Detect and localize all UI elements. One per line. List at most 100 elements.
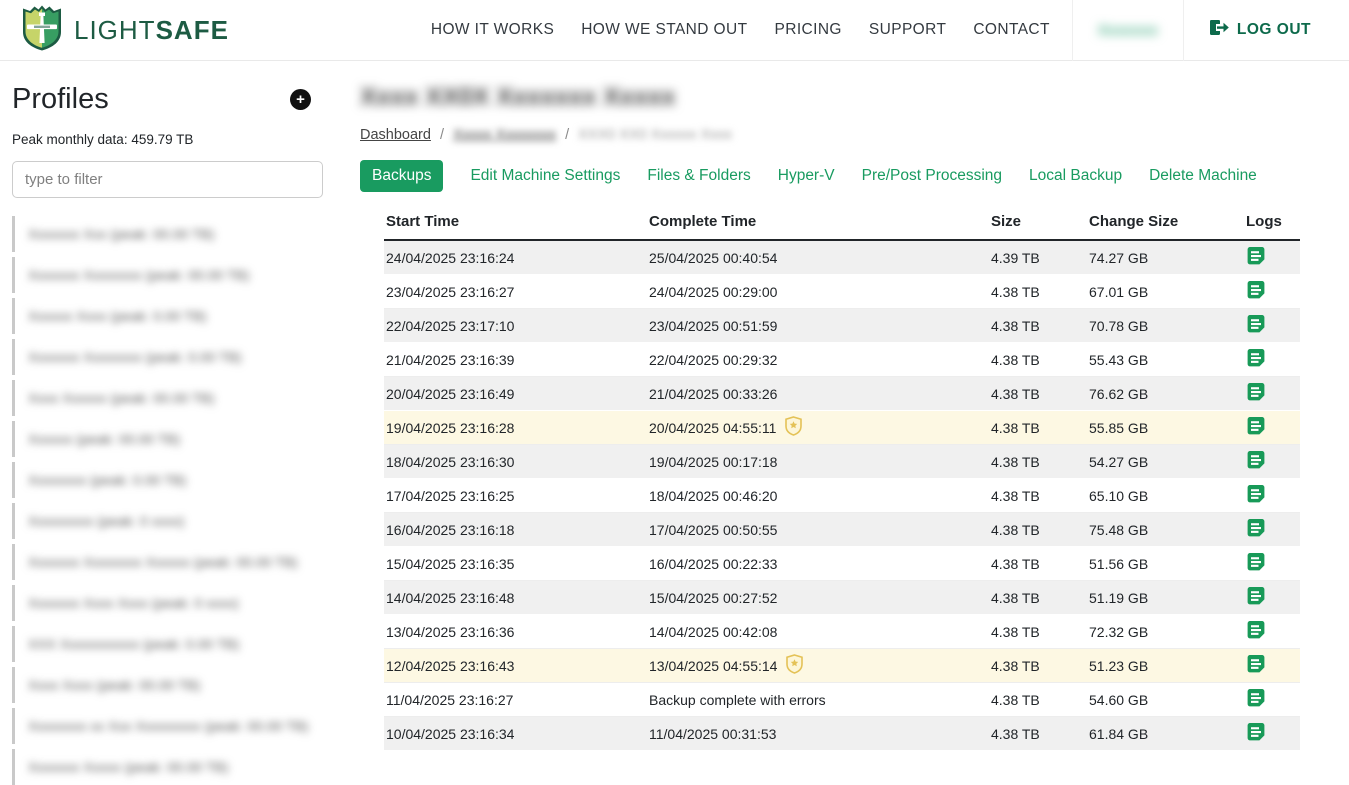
backup-row: 23/04/2025 23:16:27 24/04/2025 00:29:00 … [384, 275, 1300, 309]
size-cell: 4.38 TB [989, 479, 1087, 513]
nav-link-how-we-stand-out[interactable]: HOW WE STAND OUT [581, 21, 747, 39]
profile-label-redacted: Xxxxxxxxx (peak: 0 xxxx) [28, 513, 184, 529]
logs-icon[interactable] [1246, 518, 1292, 541]
nav-link-contact[interactable]: CONTACT [973, 21, 1050, 39]
column-header-size: Size [989, 207, 1087, 240]
size-cell: 4.38 TB [989, 343, 1087, 377]
size-cell: 4.38 TB [989, 445, 1087, 479]
logs-icon[interactable] [1246, 246, 1292, 269]
logs-icon[interactable] [1246, 586, 1292, 609]
profile-item[interactable]: Xxxxxxxx xx Xxx Xxxxxxxxx (peak: 00.00 T… [12, 708, 323, 744]
logs-icon[interactable] [1246, 314, 1292, 337]
breadcrumb-dashboard-link[interactable]: Dashboard [360, 127, 431, 143]
profile-label-redacted: Xxxx Xxxxxx (peak: 00.00 TB) [28, 390, 214, 406]
profile-item[interactable]: Xxxxxxx Xxxxx (peak: 00.00 TB) [12, 749, 323, 785]
nav-link-support[interactable]: SUPPORT [869, 21, 946, 39]
change-size-cell: 55.43 GB [1087, 343, 1244, 377]
backup-row: 14/04/2025 23:16:48 15/04/2025 00:27:52 … [384, 581, 1300, 615]
account-button[interactable]: Xxxxxxx [1072, 0, 1184, 61]
size-cell: 4.38 TB [989, 717, 1087, 751]
warning-shield-badge-icon [786, 654, 803, 677]
column-header-start-time: Start Time [384, 207, 647, 240]
profile-item[interactable]: Xxxxxxx Xxx (peak: 00.00 TB) [12, 216, 323, 252]
profile-list: Xxxxxxx Xxx (peak: 00.00 TB) Xxxxxxx Xxx… [12, 216, 323, 785]
logout-button[interactable]: LOG OUT [1210, 19, 1311, 41]
profile-item[interactable]: Xxxxxxx Xxxxxxxx Xxxxxx (peak: 00.00 TB) [12, 544, 323, 580]
profile-item[interactable]: Xxxxxxx Xxxxxxxx (peak: 0.00 TB) [12, 339, 323, 375]
logs-icon[interactable] [1246, 722, 1292, 745]
logs-icon[interactable] [1246, 280, 1292, 303]
breadcrumb-profile-link-redacted[interactable]: Xxxxx Xxxxxxxx [453, 127, 556, 143]
logs-icon[interactable] [1246, 620, 1292, 643]
logs-icon[interactable] [1246, 382, 1292, 405]
lighthouse-shield-icon [22, 5, 62, 56]
backup-row: 17/04/2025 23:16:25 18/04/2025 00:46:20 … [384, 479, 1300, 513]
size-cell: 4.38 TB [989, 275, 1087, 309]
change-size-cell: 51.56 GB [1087, 547, 1244, 581]
logs-icon[interactable] [1246, 348, 1292, 371]
logs-cell [1244, 615, 1300, 649]
logout-label: LOG OUT [1237, 21, 1311, 39]
complete-time-cell: 20/04/2025 04:55:11 [647, 411, 989, 445]
column-header-change-size: Change Size [1087, 207, 1244, 240]
logs-cell [1244, 717, 1300, 751]
complete-time-cell: 17/04/2025 00:50:55 [647, 513, 989, 547]
profile-item[interactable]: Xxxxxxx Xxxx Xxxx (peak: 0 xxxx) [12, 585, 323, 621]
size-cell: 4.38 TB [989, 309, 1087, 343]
nav-link-how-it-works[interactable]: HOW IT WORKS [431, 21, 554, 39]
tab-delete-machine[interactable]: Delete Machine [1149, 160, 1257, 192]
nav-link-pricing[interactable]: PRICING [774, 21, 841, 39]
tab-backups[interactable]: Backups [360, 160, 443, 192]
profile-item[interactable]: Xxxxxxxx (peak: 0.00 TB) [12, 462, 323, 498]
logs-icon[interactable] [1246, 450, 1292, 473]
backup-row: 20/04/2025 23:16:49 21/04/2025 00:33:26 … [384, 377, 1300, 411]
logs-cell [1244, 411, 1300, 445]
logs-icon[interactable] [1246, 416, 1292, 439]
account-name-redacted: Xxxxxxx [1098, 22, 1158, 39]
size-cell: 4.38 TB [989, 683, 1087, 717]
logs-cell [1244, 240, 1300, 275]
profile-label-redacted: Xxxxxxxx (peak: 0.00 TB) [28, 472, 186, 488]
table-header-row: Start Time Complete Time Size Change Siz… [384, 207, 1300, 240]
complete-time-cell: 24/04/2025 00:29:00 [647, 275, 989, 309]
tab-local-backup[interactable]: Local Backup [1029, 160, 1122, 192]
tab-files-folders[interactable]: Files & Folders [647, 160, 750, 192]
profile-item[interactable]: Xxxxxxx Xxxxxxxx (peak: 00.00 TB) [12, 257, 323, 293]
logs-icon[interactable] [1246, 484, 1292, 507]
profile-label-redacted: Xxxxxxx Xxxxx (peak: 00.00 TB) [28, 759, 228, 775]
machine-tabs: Backups Edit Machine Settings Files & Fold… [360, 160, 1349, 192]
profile-item[interactable]: Xxxxxx Xxxx (peak: 0.00 TB) [12, 298, 323, 334]
complete-time-cell: 23/04/2025 00:51:59 [647, 309, 989, 343]
logs-icon[interactable] [1246, 688, 1292, 711]
logs-cell [1244, 309, 1300, 343]
start-time-cell: 11/04/2025 23:16:27 [384, 683, 647, 717]
backup-row: 10/04/2025 23:16:34 11/04/2025 00:31:53 … [384, 717, 1300, 751]
profile-item[interactable]: XXX Xxxxxxxxxxx (peak: 0.00 TB) [12, 626, 323, 662]
profile-item[interactable]: Xxxx Xxxx (peak: 00.00 TB) [12, 667, 323, 703]
start-time-cell: 18/04/2025 23:16:30 [384, 445, 647, 479]
logs-icon[interactable] [1246, 654, 1292, 677]
logs-icon[interactable] [1246, 552, 1292, 575]
start-time-cell: 22/04/2025 23:17:10 [384, 309, 647, 343]
profile-label-redacted: XXX Xxxxxxxxxxx (peak: 0.00 TB) [28, 636, 239, 652]
logs-cell [1244, 513, 1300, 547]
column-header-complete-time: Complete Time [647, 207, 989, 240]
profile-filter-input[interactable] [12, 161, 323, 198]
profile-item[interactable]: Xxxxxxxxx (peak: 0 xxxx) [12, 503, 323, 539]
tab-edit-machine-settings[interactable]: Edit Machine Settings [470, 160, 620, 192]
add-profile-button[interactable]: + [290, 89, 311, 110]
brand-logo[interactable]: LIGHTSAFE [22, 5, 229, 56]
profile-label-redacted: Xxxxxx (peak: 00.00 TB) [28, 431, 180, 447]
profile-item[interactable]: Xxxxxx (peak: 00.00 TB) [12, 421, 323, 457]
size-cell: 4.39 TB [989, 240, 1087, 275]
tab-pre-post-processing[interactable]: Pre/Post Processing [862, 160, 1002, 192]
backup-row: 21/04/2025 23:16:39 22/04/2025 00:29:32 … [384, 343, 1300, 377]
complete-time-cell: 15/04/2025 00:27:52 [647, 581, 989, 615]
backup-row: 19/04/2025 23:16:28 20/04/2025 04:55:11 … [384, 411, 1300, 445]
complete-time-cell: 13/04/2025 04:55:14 [647, 649, 989, 683]
tab-hyper-v[interactable]: Hyper-V [778, 160, 835, 192]
breadcrumb: Dashboard / Xxxxx Xxxxxxxx / XXX0 XX0 Xx… [360, 127, 1349, 143]
change-size-cell: 55.85 GB [1087, 411, 1244, 445]
profile-item[interactable]: Xxxx Xxxxxx (peak: 00.00 TB) [12, 380, 323, 416]
change-size-cell: 74.27 GB [1087, 240, 1244, 275]
